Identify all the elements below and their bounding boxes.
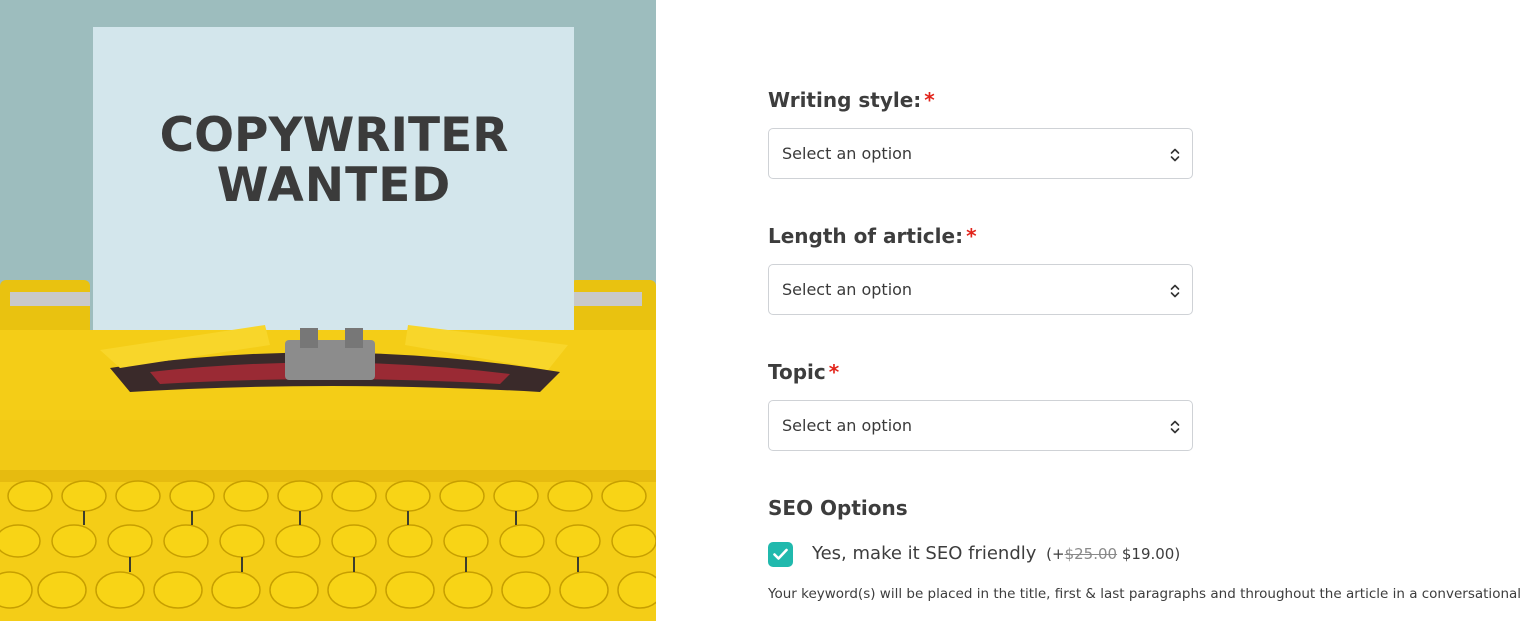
typewriter-illustration — [0, 0, 656, 621]
writing-style-select[interactable]: Select an option — [768, 128, 1193, 179]
select-placeholder: Select an option — [782, 280, 913, 299]
price-new: $19.00) — [1121, 545, 1181, 563]
seo-price: (+$25.00 $19.00) — [1046, 545, 1180, 563]
headline-line1: COPYWRITER — [159, 108, 509, 163]
required-mark: * — [924, 88, 935, 112]
seo-friendly-label[interactable]: Yes, make it SEO friendly (+$25.00 $19.0… — [812, 543, 1180, 564]
select-placeholder: Select an option — [782, 144, 913, 163]
checkmark-icon — [773, 548, 788, 560]
product-image: COPYWRITER WANTED — [0, 0, 656, 621]
select-arrows-icon — [1170, 283, 1180, 304]
length-of-article-select[interactable]: Select an option — [768, 264, 1193, 315]
seo-help-text: Your keyword(s) will be placed in the ti… — [768, 586, 1520, 602]
length-of-article-label: Length of article: * — [768, 224, 977, 248]
paper-headline: COPYWRITER WANTED — [94, 112, 574, 209]
price-prefix: (+ — [1046, 545, 1065, 563]
topic-label: Topic * — [768, 360, 839, 384]
select-arrows-icon — [1170, 147, 1180, 168]
seo-friendly-option[interactable]: Yes, make it SEO friendly (+$25.00 $19.0… — [768, 542, 1488, 568]
required-mark: * — [828, 360, 840, 384]
length-of-article-label-text: Length of article: — [768, 224, 964, 248]
seo-friendly-checkbox[interactable] — [768, 542, 793, 567]
seo-friendly-label-text: Yes, make it SEO friendly — [812, 543, 1037, 564]
seo-options-title: SEO Options — [768, 496, 908, 520]
required-mark: * — [966, 224, 977, 248]
price-old: $25.00 — [1064, 545, 1118, 563]
select-arrows-icon — [1170, 419, 1180, 440]
headline-line2: WANTED — [216, 158, 452, 213]
select-placeholder: Select an option — [782, 416, 913, 435]
writing-style-label-text: Writing style: — [768, 88, 922, 112]
topic-label-text: Topic — [768, 360, 826, 384]
topic-select[interactable]: Select an option — [768, 400, 1193, 451]
writing-style-label: Writing style: * — [768, 88, 935, 112]
